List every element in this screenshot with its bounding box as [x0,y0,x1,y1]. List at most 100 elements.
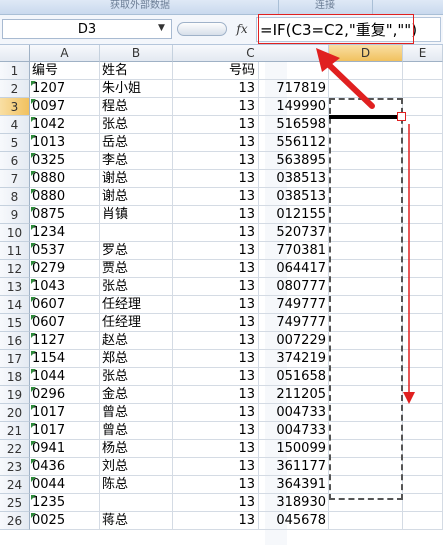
cell-b[interactable]: 谢总 [100,188,173,206]
cell-b[interactable]: 肖镇 [100,206,173,224]
cell-b[interactable]: 金总 [100,386,173,404]
row-header[interactable]: 22 [0,440,30,458]
cell-b[interactable]: 刘总 [100,458,173,476]
row-header[interactable]: 6 [0,152,30,170]
chevron-down-icon[interactable]: ▼ [153,19,170,37]
row-header[interactable]: 5 [0,134,30,152]
cell-e[interactable] [403,440,443,458]
cell-c[interactable]: 13 [173,314,259,332]
cell-a[interactable]: 0044 [30,476,100,494]
cell-e[interactable] [403,494,443,512]
cell-a[interactable]: 1044 [30,368,100,386]
cell-a[interactable]: 1042 [30,116,100,134]
cell-b[interactable]: 曾总 [100,422,173,440]
cell-a[interactable]: 0436 [30,458,100,476]
cell-c[interactable]: 13 [173,98,259,116]
cell-c[interactable]: 13 [173,152,259,170]
cell-e[interactable] [403,404,443,422]
cell-b[interactable]: 张总 [100,116,173,134]
row-header[interactable]: 8 [0,188,30,206]
row-header[interactable]: 11 [0,242,30,260]
ribbon-group-get-external-data[interactable]: 获取外部数据 [40,0,240,14]
active-cell-d3[interactable] [329,115,405,119]
cell-e[interactable] [403,296,443,314]
cell-c[interactable]: 13 [173,134,259,152]
cell-c[interactable]: 13 [173,458,259,476]
cell-b[interactable]: 朱小姐 [100,80,173,98]
cell-b[interactable]: 姓名 [100,62,173,80]
row-header[interactable]: 25 [0,494,30,512]
cell-c[interactable]: 13 [173,476,259,494]
cell-c[interactable]: 13 [173,170,259,188]
row-header[interactable]: 16 [0,332,30,350]
cell-d[interactable] [329,80,403,98]
cell-c[interactable]: 号码 [173,62,259,80]
row-header[interactable]: 10 [0,224,30,242]
cell-e[interactable] [403,116,443,134]
row-header[interactable]: 24 [0,476,30,494]
cell-e[interactable] [403,206,443,224]
column-header-b[interactable]: B [100,45,173,62]
cell-e[interactable] [403,62,443,80]
cell-a[interactable]: 0607 [30,296,100,314]
column-header-e[interactable]: E [403,45,443,62]
cell-b[interactable]: 任经理 [100,314,173,332]
cell-a[interactable]: 0279 [30,260,100,278]
row-header[interactable]: 4 [0,116,30,134]
cell-a[interactable]: 1013 [30,134,100,152]
cell-c[interactable]: 13 [173,206,259,224]
cell-c[interactable]: 13 [173,80,259,98]
cell-a[interactable]: 1043 [30,278,100,296]
cell-c[interactable]: 13 [173,404,259,422]
formula-bar-resize-handle[interactable] [177,22,227,36]
cell-a[interactable]: 1017 [30,404,100,422]
row-header[interactable]: 12 [0,260,30,278]
cell-b[interactable]: 任经理 [100,296,173,314]
cell-e[interactable] [403,80,443,98]
cell-a[interactable]: 1235 [30,494,100,512]
cell-a[interactable]: 编号 [30,62,100,80]
row-header[interactable]: 1 [0,62,30,80]
cell-b[interactable] [100,494,173,512]
cell-a[interactable]: 1234 [30,224,100,242]
cell-e[interactable] [403,242,443,260]
cell-b[interactable]: 赵总 [100,332,173,350]
cell-a[interactable]: 0941 [30,440,100,458]
cell-a[interactable]: 0325 [30,152,100,170]
cell-c[interactable]: 13 [173,242,259,260]
cell-e[interactable] [403,350,443,368]
cell-c[interactable]: 13 [173,296,259,314]
cell-a[interactable]: 0537 [30,242,100,260]
cell-b[interactable]: 陈总 [100,476,173,494]
cell-e[interactable] [403,134,443,152]
cell-a[interactable]: 1207 [30,80,100,98]
row-header[interactable]: 15 [0,314,30,332]
row-header[interactable]: 20 [0,404,30,422]
cell-c[interactable]: 13 [173,512,259,530]
cell-c[interactable]: 13 [173,224,259,242]
cell-b[interactable]: 郑总 [100,350,173,368]
cell-e[interactable] [403,98,443,116]
cell-a[interactable]: 0875 [30,206,100,224]
cell-c[interactable]: 13 [173,350,259,368]
row-header[interactable]: 18 [0,368,30,386]
cell-a[interactable]: 1127 [30,332,100,350]
cell-e[interactable] [403,224,443,242]
cell-a[interactable]: 0296 [30,386,100,404]
column-header-a[interactable]: A [30,45,100,62]
cell-a[interactable]: 1154 [30,350,100,368]
row-header[interactable]: 19 [0,386,30,404]
cell-c[interactable]: 13 [173,440,259,458]
row-header[interactable]: 13 [0,278,30,296]
cell-e[interactable] [403,512,443,530]
cell-e[interactable] [403,476,443,494]
name-box[interactable]: D3 [2,19,172,39]
cell-b[interactable] [100,224,173,242]
cell-b[interactable]: 李总 [100,152,173,170]
fill-handle[interactable] [397,112,406,121]
column-header-d[interactable]: D [329,45,403,62]
cell-a[interactable]: 0025 [30,512,100,530]
cell-b[interactable]: 程总 [100,98,173,116]
row-header[interactable]: 3 [0,98,30,116]
cell-a[interactable]: 0880 [30,188,100,206]
